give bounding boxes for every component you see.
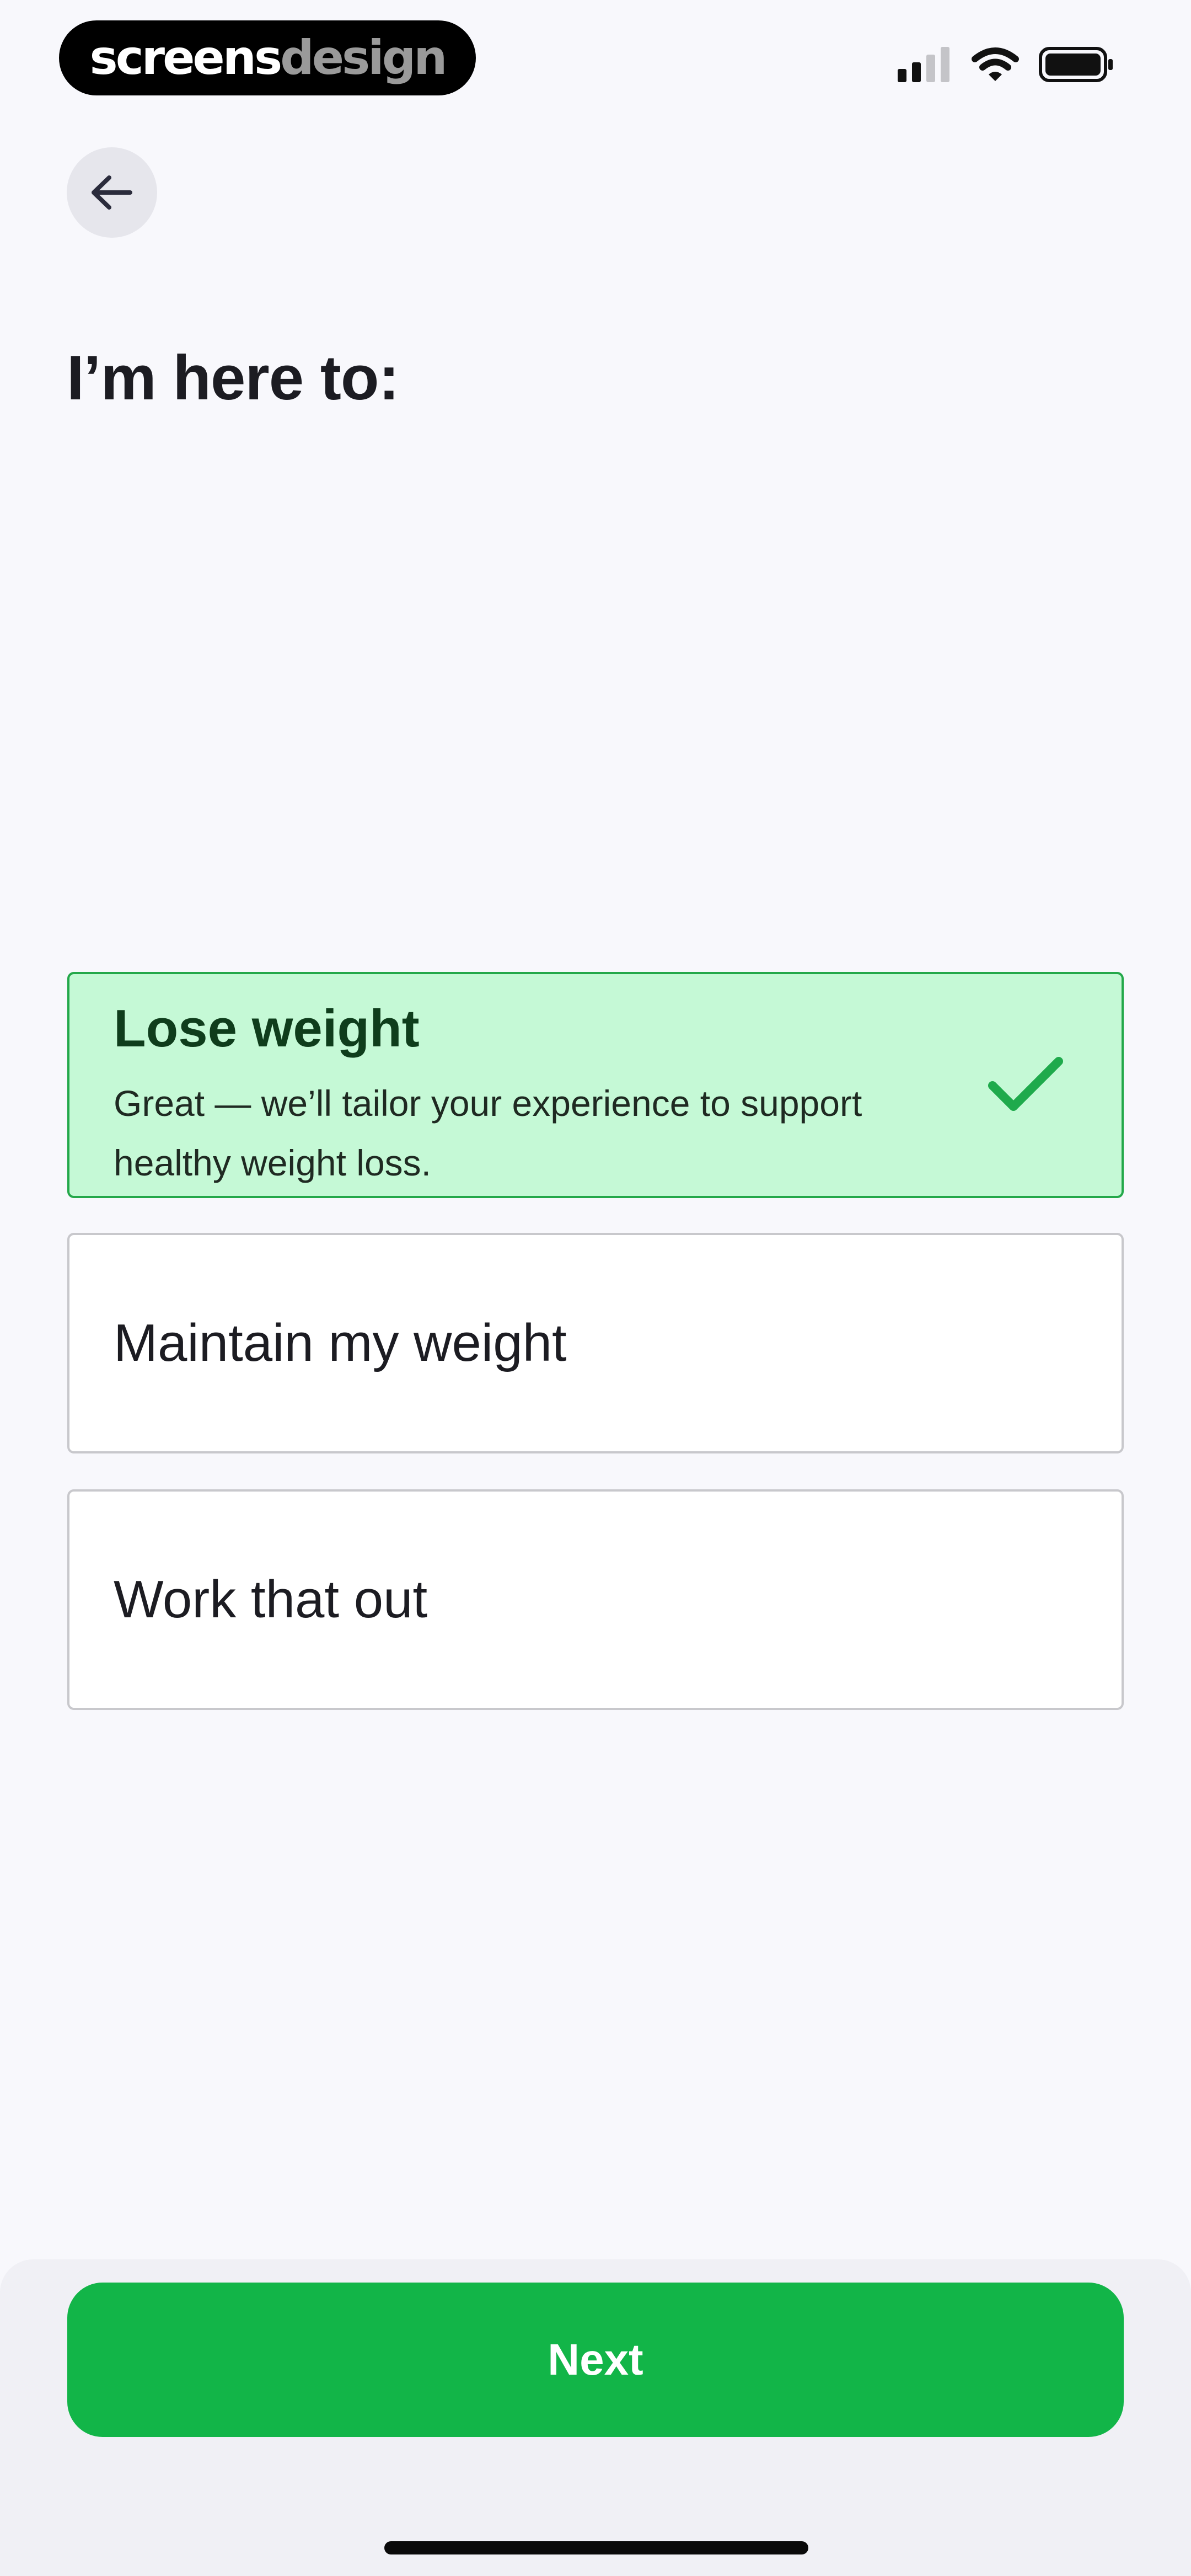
wifi-icon bbox=[972, 47, 1019, 81]
battery-icon bbox=[1039, 47, 1113, 82]
back-button[interactable] bbox=[67, 147, 157, 238]
badge-word-screens: screens bbox=[89, 30, 283, 85]
badge-word-design: design bbox=[280, 30, 447, 85]
status-icons bbox=[898, 47, 1114, 82]
signal-icon bbox=[898, 47, 949, 82]
option-label: Work that out bbox=[114, 1570, 428, 1629]
option-lose-weight[interactable]: Lose weight Great — we’ll tailor your ex… bbox=[67, 972, 1124, 1198]
option-label: Maintain my weight bbox=[114, 1313, 567, 1372]
option-work-that-out[interactable]: Work that out bbox=[67, 1489, 1124, 1710]
screensdesign-badge: screens design bbox=[59, 20, 476, 95]
arrow-left-icon bbox=[92, 175, 132, 210]
checkmark-icon bbox=[988, 1057, 1063, 1111]
option-maintain-weight[interactable]: Maintain my weight bbox=[67, 1233, 1124, 1453]
option-description: Great — we’ll tailor your experience to … bbox=[114, 1083, 862, 1183]
next-button[interactable]: Next bbox=[67, 2283, 1124, 2437]
option-label: Lose weight bbox=[114, 999, 420, 1058]
page-title: I’m here to: bbox=[67, 343, 399, 413]
home-indicator[interactable] bbox=[384, 2541, 808, 2554]
